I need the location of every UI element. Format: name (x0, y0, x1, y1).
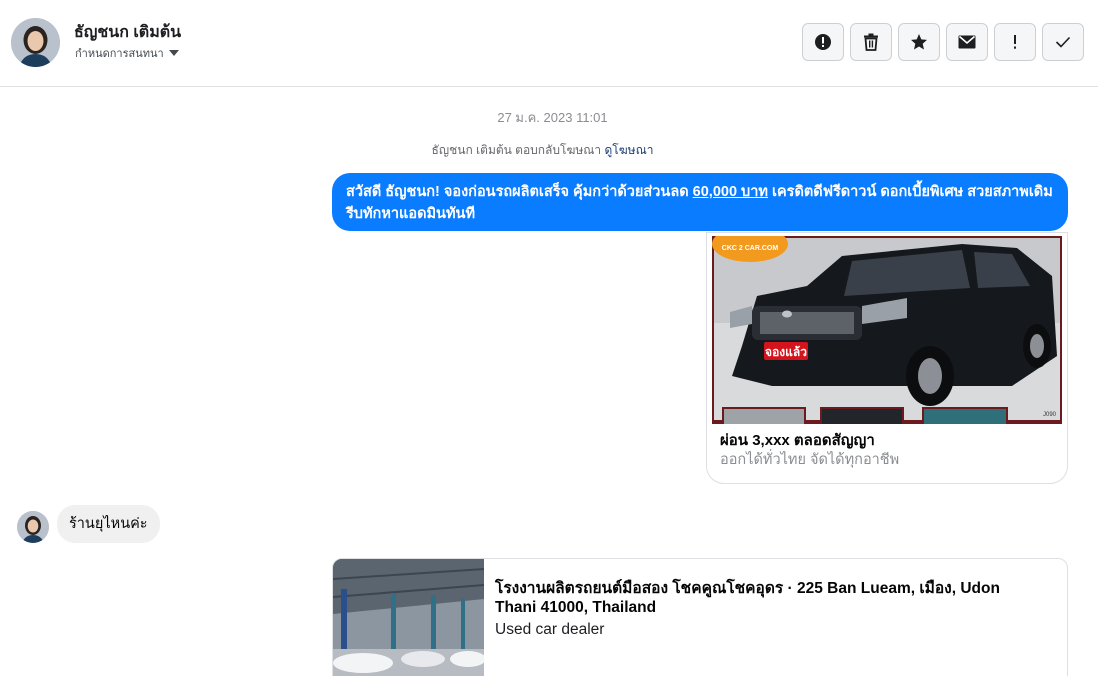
alert-circle-icon (815, 34, 831, 50)
location-image (333, 559, 484, 676)
dealer-logo-text: CKC 2 CAR.COM (722, 245, 779, 252)
exclamation-icon (1014, 35, 1016, 49)
ad-image-watermark: J090 (1043, 412, 1057, 418)
view-ad-link[interactable]: ดูโฆษณา (605, 143, 654, 157)
ad-reply-text: ธัญชนก เติมต้น ตอบกลับโฆษณา (431, 143, 602, 157)
location-title: โรงงานผลิตรถยนต์มือสอง โชคคูณโชคอุดร · 2… (495, 580, 1000, 616)
check-icon (1055, 36, 1071, 48)
ad-card[interactable]: CKC 2 CAR.COM จองแล้ว J090 ผ่อน 3,xxx ตล… (706, 232, 1068, 484)
incoming-message-bubble: ร้านยุไหนค่ะ (57, 505, 160, 543)
ad-car-image: CKC 2 CAR.COM จองแล้ว J090 (712, 236, 1062, 424)
location-card[interactable]: โรงงานผลิตรถยนต์มือสอง โชคคูณโชคอุดร · 2… (332, 558, 1068, 676)
delete-button[interactable] (850, 23, 892, 61)
outgoing-message-bubble: สวัสดี ธัญชนก! จองก่อนรถผลิตเสร็จ คุ้มกว… (332, 173, 1068, 231)
conversation-header: ธัญชนก เติมต้น กำหนดการสนทนา (0, 0, 1098, 87)
caret-down-icon (168, 50, 179, 56)
outgoing-message-text: สวัสดี ธัญชนก! จองก่อนรถผลิตเสร็จ คุ้มกว… (346, 184, 693, 200)
mark-done-button[interactable] (1042, 23, 1084, 61)
contact-name: ธัญชนก เติมต้น (74, 24, 182, 41)
trash-icon (864, 33, 878, 51)
ad-subtitle: ออกได้ทั่วไทย จัดได้ทุกอาชีพ (720, 452, 900, 468)
location-category: Used car dealer (495, 621, 605, 638)
discount-link[interactable]: 60,000 บาท (693, 184, 768, 200)
star-icon (911, 34, 927, 50)
envelope-icon (958, 35, 976, 49)
assign-conversation-label: กำหนดการสนทนา (75, 48, 164, 60)
reserved-tag: จองแล้ว (765, 345, 807, 359)
mark-unread-button[interactable] (946, 23, 988, 61)
assign-conversation-dropdown[interactable]: กำหนดการสนทนา (75, 44, 179, 62)
conversation-toolbar (802, 23, 1084, 61)
contact-avatar[interactable] (11, 18, 60, 67)
ad-reply-note: ธัญชนก เติมต้น ตอบกลับโฆษณา ดูโฆษณา (0, 141, 1085, 160)
incoming-sender-avatar (17, 511, 49, 543)
star-button[interactable] (898, 23, 940, 61)
mark-spam-button[interactable] (802, 23, 844, 61)
follow-up-button[interactable] (994, 23, 1036, 61)
message-timestamp: 27 ม.ค. 2023 11:01 (497, 110, 608, 125)
